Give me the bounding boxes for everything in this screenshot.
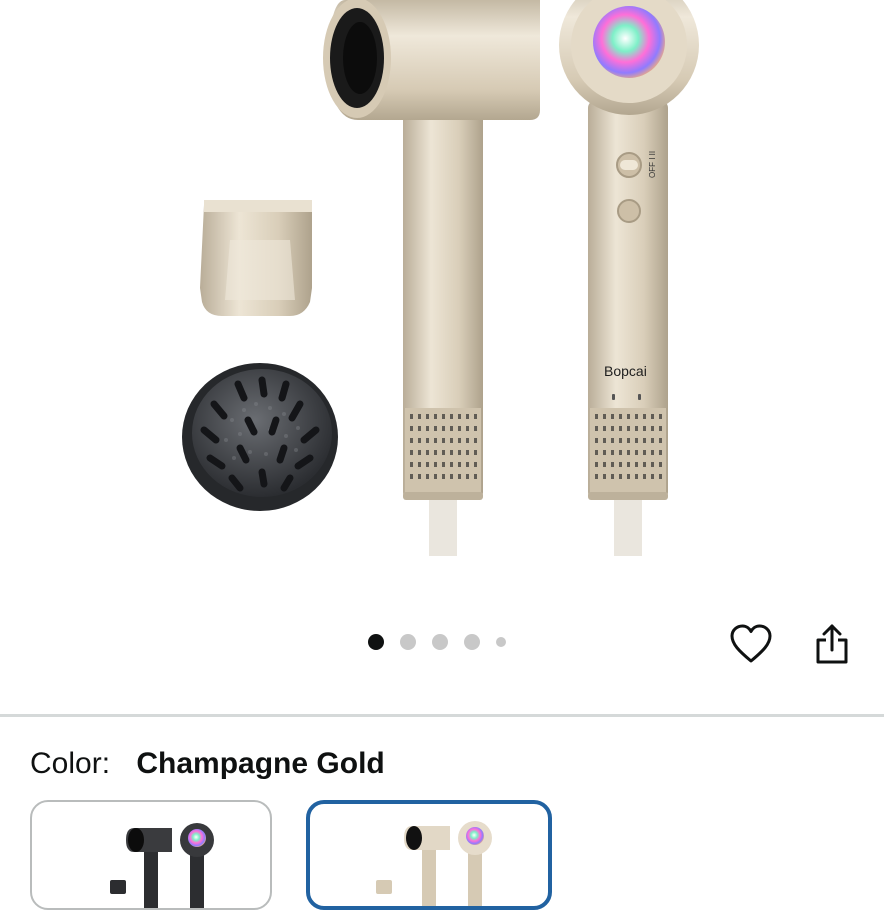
switch-print: OFF I II <box>648 151 657 178</box>
page-dot-active[interactable] <box>368 634 384 650</box>
page-dot[interactable] <box>432 634 448 650</box>
share-icon <box>816 624 848 664</box>
selected-color: Champagne Gold <box>136 747 385 780</box>
color-label: Color: <box>30 747 111 780</box>
product-image[interactable]: OFF I II Bopcai <box>0 0 884 600</box>
share-button[interactable] <box>808 620 856 668</box>
color-swatch-champagne-gold[interactable] <box>306 800 552 910</box>
page-dot[interactable] <box>400 634 416 650</box>
section-divider <box>0 714 884 717</box>
image-pagination <box>368 634 506 650</box>
color-swatch-black[interactable] <box>30 800 272 910</box>
page-dot[interactable] <box>496 637 506 647</box>
diffuser-attachment <box>182 363 338 511</box>
concentrator-nozzle <box>200 200 312 316</box>
color-selector-label: Color: Champagne Gold <box>30 745 385 783</box>
heart-icon <box>730 624 772 663</box>
product-illustration: OFF I II Bopcai <box>182 0 699 556</box>
favorite-button[interactable] <box>727 620 775 668</box>
dryer-front-view: OFF I II Bopcai <box>559 0 699 556</box>
swatch-thumbnail <box>376 821 492 906</box>
page-dot[interactable] <box>464 634 480 650</box>
brand-print: Bopcai <box>604 363 647 379</box>
swatch-thumbnail <box>110 823 214 908</box>
dryer-side-view <box>323 0 540 556</box>
